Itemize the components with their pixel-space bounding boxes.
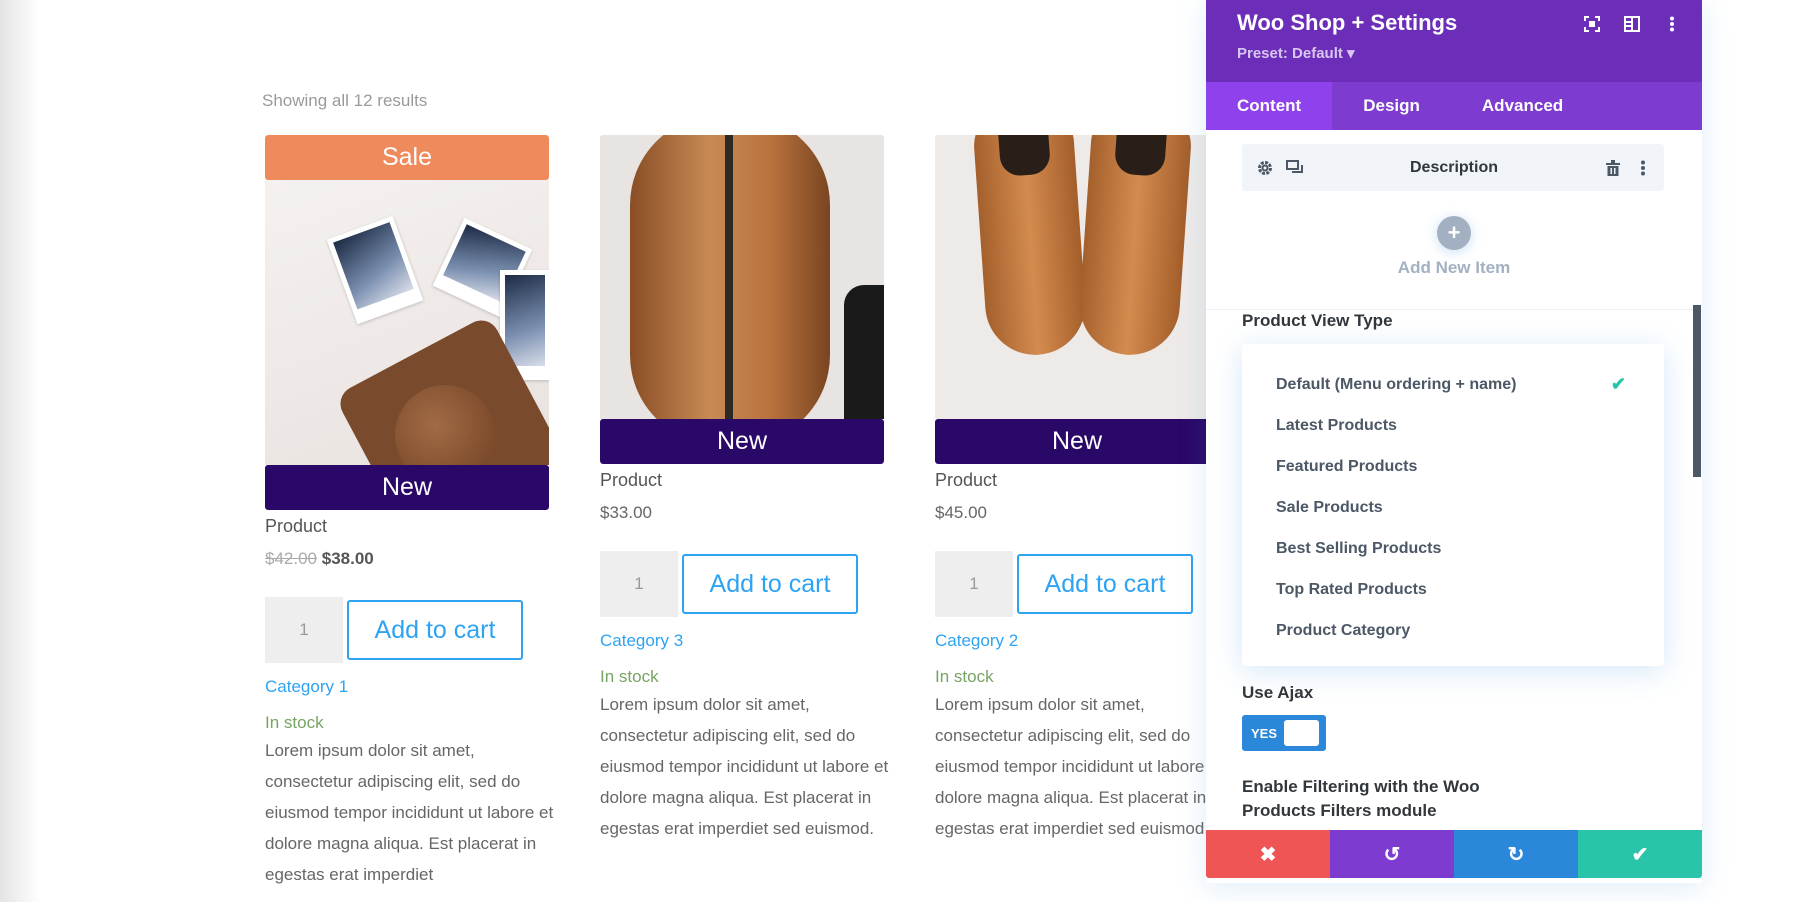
preset-dropdown[interactable]: Preset: Default ▾ <box>1237 44 1702 62</box>
undo-button[interactable]: ↺ <box>1330 830 1454 878</box>
enable-filtering-label: Enable Filtering with the Woo Products F… <box>1242 777 1480 820</box>
panel-scrollbar[interactable] <box>1693 305 1701 477</box>
dropdown-option[interactable]: Sale Products <box>1242 487 1664 528</box>
toggle-knob <box>1284 720 1319 746</box>
tab-design[interactable]: Design <box>1332 82 1451 130</box>
category-link[interactable]: Category 1 <box>265 677 549 697</box>
product-price: $33.00 <box>600 503 652 522</box>
dropdown-option[interactable]: Featured Products <box>1242 446 1664 487</box>
product-price: $42.00 $38.00 <box>265 549 549 569</box>
sale-price: $38.00 <box>321 549 374 568</box>
product-description: Lorem ipsum dolor sit amet, consectetur … <box>265 741 554 884</box>
product-description: Lorem ipsum dolor sit amet, consectetur … <box>600 695 889 838</box>
new-badge: New <box>265 465 549 510</box>
original-price: $42.00 <box>265 549 317 568</box>
use-ajax-label: Use Ajax <box>1242 683 1314 702</box>
product-view-type-dropdown[interactable]: Default (Menu ordering + name) ✔ Latest … <box>1242 344 1664 666</box>
category-link[interactable]: Category 2 <box>935 631 1219 651</box>
product-title[interactable]: Product <box>600 470 884 491</box>
dropdown-option[interactable]: Top Rated Products <box>1242 569 1664 610</box>
quantity-input[interactable]: 1 <box>600 551 678 617</box>
focus-icon[interactable] <box>1582 14 1602 34</box>
product-price: $45.00 <box>935 503 987 522</box>
redo-icon: ↻ <box>1507 843 1525 866</box>
product-description: Lorem ipsum dolor sit amet, consectetur … <box>935 695 1224 838</box>
new-badge: New <box>600 419 884 464</box>
results-count: Showing all 12 results <box>262 91 428 110</box>
cancel-button[interactable]: ✖ <box>1206 830 1330 878</box>
layout-icon[interactable] <box>1622 14 1642 34</box>
description-item[interactable]: Description <box>1242 144 1664 191</box>
add-to-cart-button[interactable]: Add to cart <box>347 600 523 660</box>
dropdown-option[interactable]: Product Category <box>1242 610 1664 651</box>
product-title[interactable]: Product <box>935 470 1219 491</box>
duplicate-icon[interactable] <box>1284 159 1306 176</box>
dropdown-option[interactable]: Default (Menu ordering + name) ✔ <box>1242 364 1664 405</box>
product-title[interactable]: Product <box>265 516 549 537</box>
panel-header[interactable]: Woo Shop + Settings Preset: Default ▾ <box>1206 0 1702 82</box>
stock-status: In stock <box>265 713 324 732</box>
panel-tabs: Content Design Advanced <box>1206 82 1702 130</box>
product-view-type-label: Product View Type <box>1242 311 1393 330</box>
close-icon: ✖ <box>1259 843 1277 866</box>
tab-content[interactable]: Content <box>1206 82 1333 130</box>
checkmark-icon: ✔ <box>1610 374 1626 394</box>
quantity-input[interactable]: 1 <box>265 597 343 663</box>
stock-status: In stock <box>600 667 659 686</box>
add-new-item-button[interactable]: + Add New Item <box>1206 216 1702 278</box>
panel-action-bar: ✖ ↺ ↻ ✔ <box>1206 830 1702 878</box>
product-image-bag[interactable] <box>600 135 884 419</box>
gear-icon[interactable] <box>1254 159 1276 177</box>
sale-badge: Sale <box>265 135 549 180</box>
product-card: New Product $33.00 1 Add to cart Categor… <box>600 135 888 844</box>
plus-icon[interactable]: + <box>1437 216 1471 250</box>
add-to-cart-button[interactable]: Add to cart <box>682 554 858 614</box>
dropdown-option[interactable]: Latest Products <box>1242 405 1664 446</box>
divider <box>1206 309 1702 310</box>
product-image-wrapper[interactable]: New <box>600 135 884 464</box>
use-ajax-toggle[interactable]: YES <box>1242 715 1326 751</box>
undo-icon: ↺ <box>1383 843 1401 866</box>
product-image-wrapper[interactable]: Sale New <box>265 135 549 510</box>
product-image-shoes[interactable] <box>935 135 1219 419</box>
settings-panel: Woo Shop + Settings Preset: Default ▾ Co… <box>1206 0 1702 883</box>
new-badge: New <box>935 419 1219 464</box>
tab-advanced[interactable]: Advanced <box>1451 82 1594 130</box>
product-image-camera[interactable] <box>265 180 549 465</box>
product-card: Sale New Product $42.00 $38.00 1 Add to … <box>265 135 553 890</box>
redo-button[interactable]: ↻ <box>1454 830 1578 878</box>
add-to-cart-button[interactable]: Add to cart <box>1017 554 1193 614</box>
toggle-value: YES <box>1251 725 1278 741</box>
quantity-input[interactable]: 1 <box>935 551 1013 617</box>
page-edge-shadow <box>0 0 40 902</box>
product-image-wrapper[interactable]: New <box>935 135 1219 464</box>
check-icon: ✔ <box>1631 843 1649 866</box>
add-new-item-label[interactable]: Add New Item <box>1206 258 1702 278</box>
dropdown-option[interactable]: Best Selling Products <box>1242 528 1664 569</box>
category-link[interactable]: Category 3 <box>600 631 884 651</box>
more-icon[interactable] <box>1632 160 1654 176</box>
more-icon[interactable] <box>1662 14 1682 34</box>
save-button[interactable]: ✔ <box>1578 830 1702 878</box>
stock-status: In stock <box>935 667 994 686</box>
product-card: New Product $45.00 1 Add to cart Categor… <box>935 135 1223 844</box>
item-label: Description <box>1409 158 1498 176</box>
trash-icon[interactable] <box>1602 159 1624 176</box>
